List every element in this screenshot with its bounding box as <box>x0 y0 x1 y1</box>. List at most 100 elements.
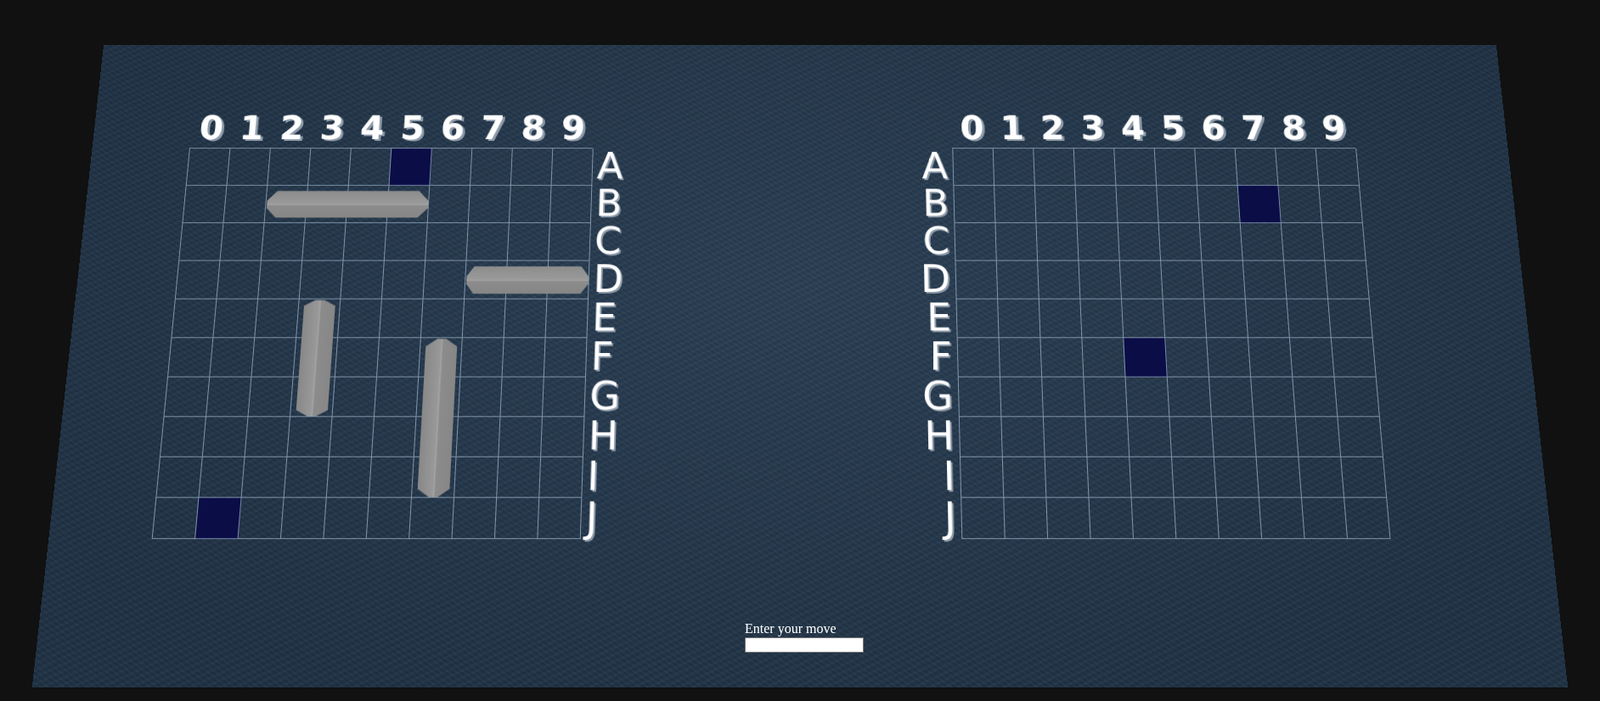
board-cell[interactable] <box>1243 260 1288 299</box>
board-cell[interactable] <box>1201 260 1246 299</box>
board-cell[interactable] <box>957 299 1000 339</box>
board-cell[interactable] <box>1214 457 1260 499</box>
board-cell[interactable] <box>1033 148 1076 186</box>
board-cell[interactable] <box>1114 148 1157 186</box>
board-cell[interactable] <box>1256 457 1302 499</box>
board-cell[interactable] <box>1240 223 1285 262</box>
board-cell[interactable] <box>1248 338 1293 378</box>
board-cell[interactable] <box>1126 377 1171 418</box>
board-cell[interactable] <box>1292 377 1338 418</box>
board-cell[interactable] <box>1077 223 1121 262</box>
board-cell[interactable] <box>1286 299 1331 339</box>
board-cell[interactable] <box>1259 498 1306 541</box>
board-cell[interactable] <box>1344 498 1391 541</box>
board-cell[interactable] <box>1295 416 1341 457</box>
board-cell[interactable] <box>958 377 1003 418</box>
board-cell[interactable] <box>1284 260 1329 299</box>
board-cell[interactable] <box>1340 457 1387 499</box>
board-cell[interactable] <box>1253 416 1299 457</box>
board-cell[interactable] <box>1036 223 1079 262</box>
board-cell[interactable] <box>995 223 1038 262</box>
board-cell[interactable] <box>1209 377 1254 418</box>
board-cell[interactable] <box>1085 416 1130 457</box>
board-cell[interactable] <box>1250 377 1296 418</box>
board-cell[interactable] <box>1281 223 1326 262</box>
board-cell[interactable] <box>1127 416 1172 457</box>
board-cell[interactable] <box>1132 498 1178 541</box>
board-cell[interactable] <box>1046 498 1091 541</box>
board-cell[interactable] <box>1200 223 1244 262</box>
board-cell[interactable] <box>1335 377 1381 418</box>
board-cell[interactable] <box>1290 338 1336 378</box>
board-cell[interactable] <box>1275 148 1319 186</box>
board-cell[interactable] <box>1081 338 1126 378</box>
board-cell[interactable] <box>1316 148 1360 186</box>
board-cell[interactable] <box>1235 148 1279 186</box>
board-cell[interactable] <box>994 185 1037 224</box>
board-cell[interactable] <box>1087 457 1132 499</box>
board-cell[interactable] <box>1040 338 1084 378</box>
board-cell[interactable] <box>1080 299 1124 339</box>
board-cell[interactable] <box>1174 498 1220 541</box>
board-cell[interactable] <box>1245 299 1291 339</box>
board-cell[interactable] <box>1216 498 1262 541</box>
board-cell[interactable] <box>1165 338 1210 378</box>
board-cell[interactable] <box>999 338 1043 378</box>
board-cell[interactable] <box>957 338 1001 378</box>
board-cell[interactable] <box>959 416 1003 457</box>
board-cell[interactable] <box>1037 260 1081 299</box>
board-cell[interactable] <box>1088 498 1134 541</box>
board-cell[interactable] <box>1301 498 1348 541</box>
board-cell[interactable] <box>953 185 996 224</box>
board-cell[interactable] <box>1331 338 1377 378</box>
board-cell[interactable] <box>1337 416 1384 457</box>
board-cell[interactable] <box>993 148 1036 186</box>
board-cell[interactable] <box>1160 260 1205 299</box>
board-cell[interactable] <box>1167 377 1212 418</box>
board-cell[interactable] <box>1042 377 1086 418</box>
board-cell[interactable] <box>1043 416 1088 457</box>
board-cell[interactable] <box>1129 457 1174 499</box>
board-cell[interactable] <box>1197 185 1241 224</box>
board-cell[interactable] <box>1039 299 1083 339</box>
board-cell[interactable] <box>1159 223 1203 262</box>
board-cell[interactable] <box>1324 260 1370 299</box>
board-cell[interactable] <box>1169 416 1214 457</box>
board-cell[interactable] <box>1154 148 1198 186</box>
board-cell[interactable] <box>1156 185 1200 224</box>
board-cell[interactable] <box>1238 185 1282 224</box>
board-cell[interactable] <box>1003 498 1048 541</box>
board-cell[interactable] <box>1001 416 1045 457</box>
board-cell[interactable] <box>961 498 1006 541</box>
board-cell[interactable] <box>1163 299 1207 339</box>
board-cell[interactable] <box>1206 338 1251 378</box>
board-cell[interactable] <box>1118 223 1162 262</box>
board-cell[interactable] <box>960 457 1004 499</box>
board-cell[interactable] <box>955 260 998 299</box>
board-cell[interactable] <box>1123 338 1167 378</box>
board-cell[interactable] <box>1204 299 1249 339</box>
board-cell[interactable] <box>952 148 995 186</box>
board-cell[interactable] <box>1074 148 1117 186</box>
board-cell[interactable] <box>1318 185 1364 224</box>
board-cell[interactable] <box>1083 377 1128 418</box>
move-input[interactable] <box>744 637 864 654</box>
board-cell[interactable] <box>1328 299 1374 339</box>
board-cell[interactable] <box>1002 457 1048 499</box>
board-cell[interactable] <box>954 223 997 262</box>
board-cell[interactable] <box>1121 299 1166 339</box>
board-cell[interactable] <box>1278 185 1322 224</box>
board-cell[interactable] <box>1115 185 1159 224</box>
board-cell[interactable] <box>997 299 1041 339</box>
board-cell[interactable] <box>1045 457 1090 499</box>
board-cell[interactable] <box>1000 377 1044 418</box>
board-cell[interactable] <box>1211 416 1257 457</box>
board-cell[interactable] <box>1194 148 1238 186</box>
board-cell[interactable] <box>1171 457 1217 499</box>
board-cell[interactable] <box>1078 260 1122 299</box>
board-cell[interactable] <box>1035 185 1078 224</box>
board-cell[interactable] <box>1322 223 1367 262</box>
board-cell[interactable] <box>1076 185 1119 224</box>
board-cell[interactable] <box>1298 457 1345 499</box>
board-cell[interactable] <box>1120 260 1164 299</box>
